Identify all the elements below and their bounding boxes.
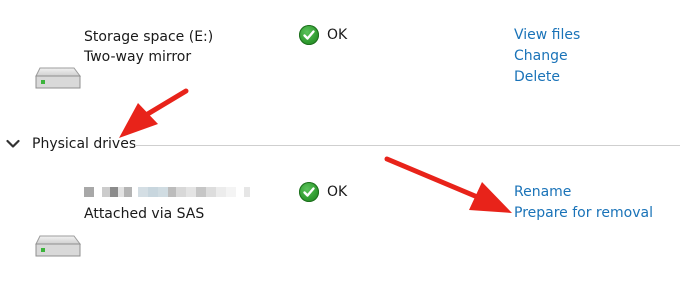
- annotation-overlay: [119, 88, 512, 213]
- annotation-arrow: [119, 88, 189, 138]
- annotation-arrow: [384, 156, 512, 213]
